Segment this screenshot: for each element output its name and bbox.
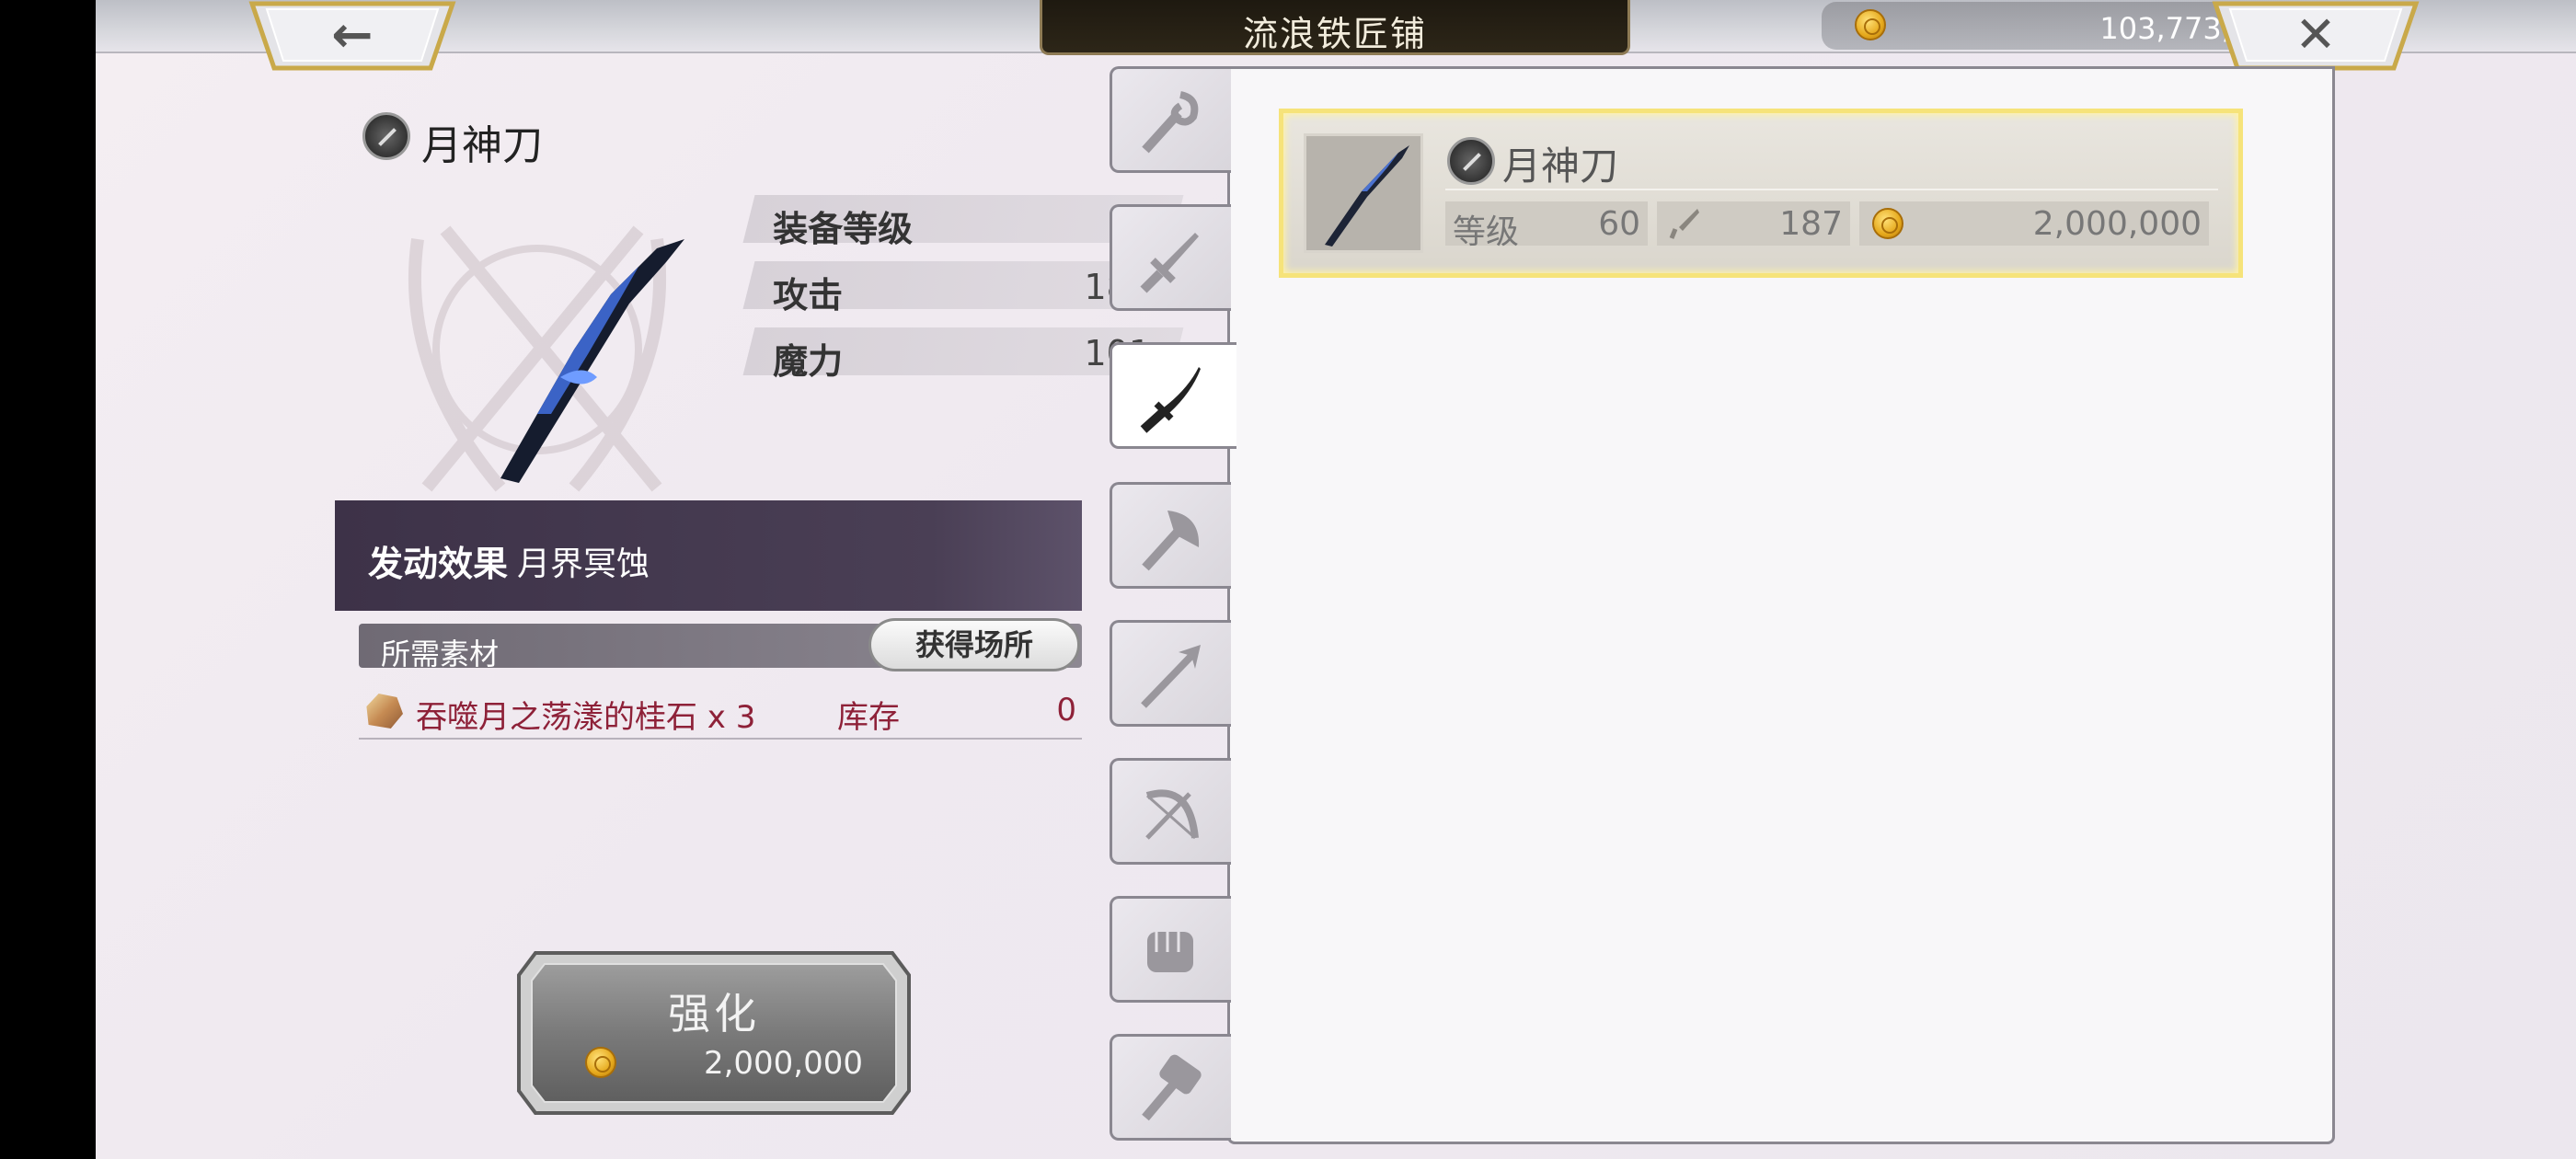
divider [1445, 189, 2218, 190]
attack-field: 187 [1657, 201, 1850, 246]
katana-type-icon [362, 112, 410, 160]
upgrade-label: 强化 [668, 989, 760, 1039]
staff-icon [1142, 91, 1199, 154]
material-row: 吞噬月之荡漾的桂石 x 3 库存 0 [359, 688, 1082, 740]
title-banner: 流浪铁匠铺 [1040, 0, 1630, 55]
gold-coin-icon [585, 1047, 616, 1078]
back-button[interactable]: ← [247, 0, 458, 72]
weapon-list-item[interactable]: 月神刀 等级 60 187 2,000,000 [1279, 109, 2243, 278]
forge-screen: ← 流浪铁匠铺 103,773,312 ✕ 月神刀 装备等级 攻击 魔力 发动效… [96, 0, 2576, 1159]
material-stone-icon [366, 694, 403, 729]
cost-field: 2,000,000 [1859, 201, 2209, 246]
stock-label: 库存 [837, 699, 900, 736]
back-arrow-icon: ← [331, 6, 374, 63]
sword-icon [1140, 233, 1199, 293]
tab-staff[interactable] [1110, 66, 1231, 173]
weapon-image [408, 225, 684, 492]
upgrade-button[interactable]: 强化 2,000,000 [513, 947, 914, 1119]
level-label: 等级 [1453, 213, 1520, 251]
acquisition-source-button[interactable]: 获得场所 [868, 618, 1080, 671]
level-field: 等级 60 [1445, 201, 1648, 251]
attack-value: 187 [1779, 205, 1843, 243]
fist-icon [1147, 932, 1193, 972]
stat-label: 攻击 [773, 275, 844, 316]
tab-fist[interactable] [1110, 896, 1231, 1003]
katana-type-icon [1447, 137, 1495, 185]
close-icon: ✕ [2294, 6, 2337, 63]
tab-katana[interactable] [1110, 342, 1236, 449]
katana-icon [1140, 367, 1201, 433]
tab-sword[interactable] [1110, 204, 1231, 311]
stat-label: 魔力 [773, 341, 844, 382]
upgrade-cost: 2,000,000 [703, 1045, 863, 1082]
tab-bow[interactable] [1110, 758, 1231, 865]
tab-hammer[interactable] [1110, 1034, 1231, 1141]
stock-value: 0 [1056, 692, 1076, 729]
weapon-name: 月神刀 [1502, 143, 1619, 189]
axe-icon [1142, 511, 1200, 571]
close-button[interactable]: ✕ [2210, 0, 2421, 72]
material-name: 吞噬月之荡漾的桂石 x 3 [416, 699, 756, 736]
hammer-icon [1142, 1054, 1202, 1121]
level-value: 60 [1598, 205, 1640, 243]
tab-axe[interactable] [1110, 482, 1231, 589]
screen-title: 流浪铁匠铺 [1242, 14, 1427, 54]
effect-label: 发动效果 [368, 544, 509, 584]
cost-value: 2,000,000 [2032, 205, 2202, 243]
effect-value: 月界冥蚀 [517, 545, 650, 583]
sword-icon [1669, 209, 1699, 239]
spear-icon [1141, 645, 1201, 708]
materials-title: 所需素材 [381, 637, 500, 671]
item-name: 月神刀 [421, 122, 543, 169]
effect-bar: 发动效果 月界冥蚀 [335, 500, 1082, 611]
weapon-thumbnail [1304, 133, 1423, 253]
gold-coin-icon [1872, 208, 1903, 239]
stat-label: 装备等级 [773, 209, 914, 249]
bow-icon [1145, 789, 1199, 840]
gold-coin-icon [1855, 9, 1886, 40]
tab-spear[interactable] [1110, 620, 1231, 727]
